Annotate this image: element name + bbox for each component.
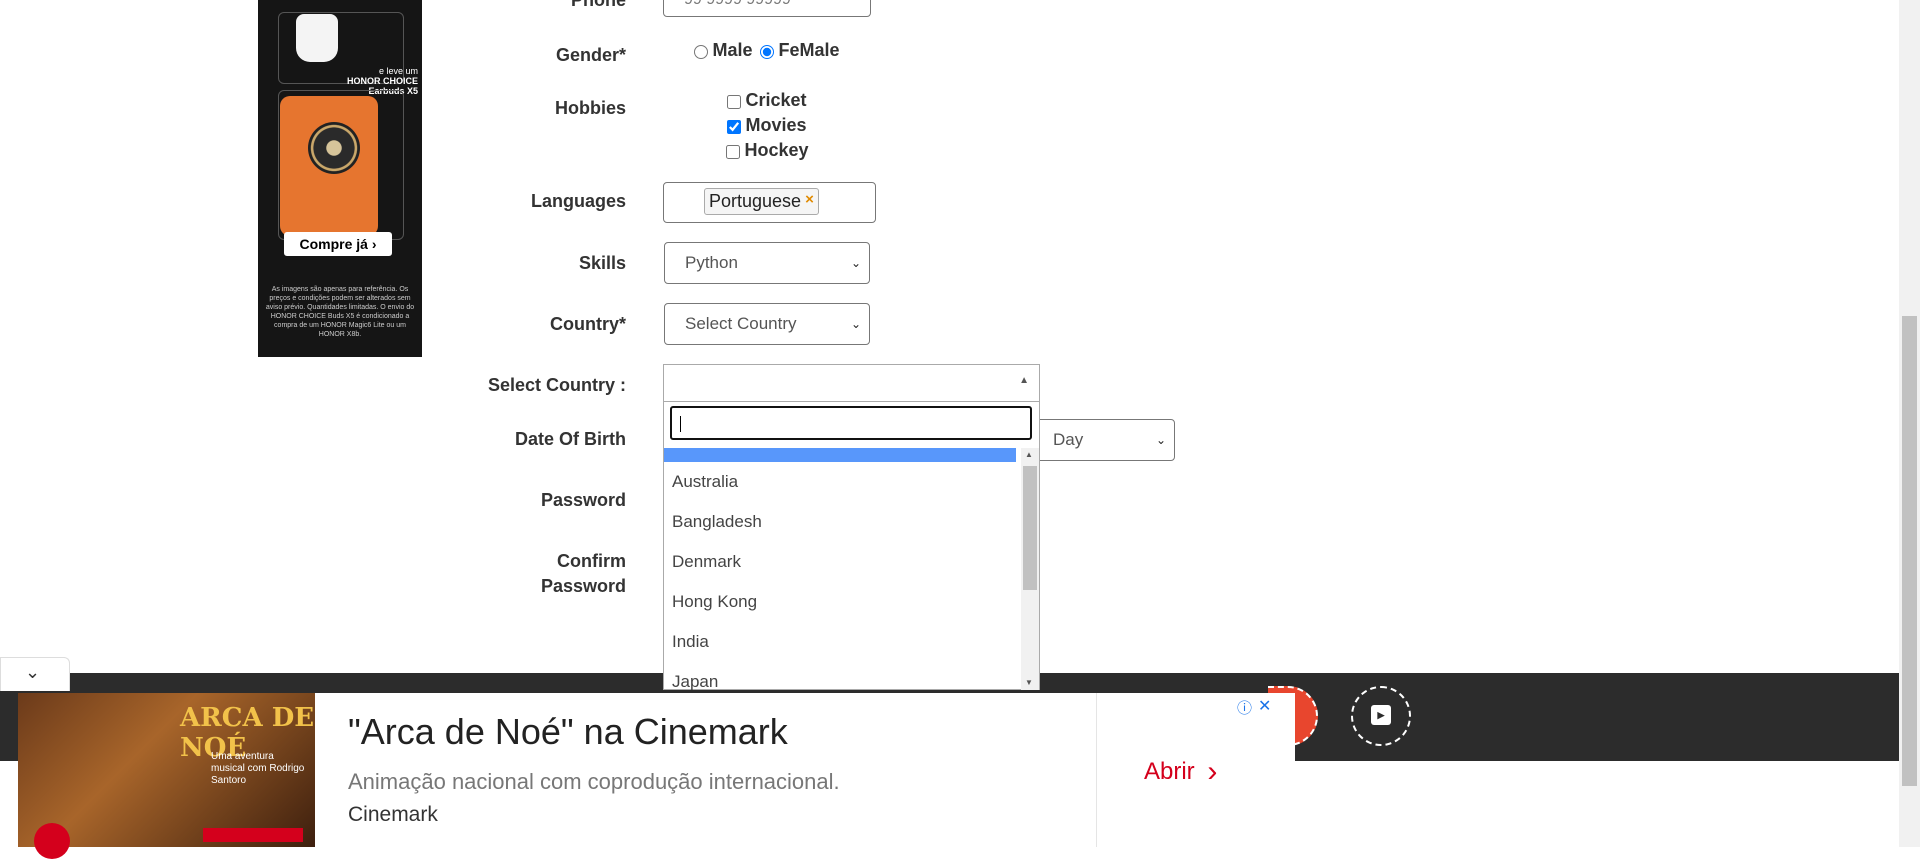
scroll-down-icon[interactable]: ▼ bbox=[1025, 678, 1033, 687]
ad-separator bbox=[1096, 693, 1097, 847]
caret-up-icon: ▲ bbox=[1019, 375, 1029, 386]
movies-label: Movies bbox=[745, 115, 807, 135]
female-label: FeMale bbox=[778, 40, 840, 60]
dropdown-options: Australia Bangladesh Denmark Hong Kong I… bbox=[664, 448, 1016, 690]
ad-collapse-button[interactable]: ⌄ bbox=[0, 657, 70, 691]
dob-day-value: Day bbox=[1053, 430, 1084, 449]
chevron-down-icon: ⌄ bbox=[25, 662, 41, 682]
gender-label: Gender* bbox=[555, 45, 626, 65]
languages-label: Languages bbox=[530, 191, 626, 211]
chevron-right-icon: › bbox=[1207, 755, 1218, 788]
hobbies-label: Hobbies bbox=[554, 98, 626, 118]
movies-checkbox[interactable] bbox=[727, 119, 741, 134]
dob-day-select[interactable]: Day ⌄ bbox=[1032, 419, 1175, 461]
remove-tag-icon[interactable]: × bbox=[805, 191, 814, 208]
hobby-movies[interactable]: Movies bbox=[727, 115, 806, 136]
dropdown-option[interactable]: India bbox=[672, 632, 709, 652]
phone-value: 99 9999 99999 bbox=[684, 0, 791, 8]
phone-camera bbox=[308, 122, 360, 174]
ad-fine-print: As imagens são apenas para referência. O… bbox=[265, 286, 415, 338]
left-ad-banner[interactable]: e leve um HONOR CHOICE Earbuds X5 Compre… bbox=[258, 0, 422, 357]
male-radio-input[interactable] bbox=[694, 44, 708, 59]
ad-open-label: Abrir bbox=[1144, 758, 1195, 785]
cricket-checkbox[interactable] bbox=[727, 94, 741, 109]
ad-image-subtitle: Uma aventura musical com Rodrigo Santoro bbox=[211, 751, 305, 786]
dropdown-option[interactable]: Bangladesh bbox=[672, 512, 762, 532]
languages-multiselect[interactable]: Portuguese × bbox=[663, 182, 876, 223]
skills-label: Skills bbox=[578, 253, 626, 273]
gender-male-radio[interactable]: Male bbox=[694, 40, 752, 61]
dropdown-scrollbar[interactable]: ▲ ▼ bbox=[1021, 448, 1039, 690]
cinemark-logo bbox=[34, 823, 70, 859]
dropdown-search-input[interactable] bbox=[670, 406, 1032, 440]
hobby-cricket[interactable]: Cricket bbox=[727, 90, 806, 111]
dropdown-option[interactable]: Hong Kong bbox=[672, 592, 757, 612]
confirm-password-label-2: Password bbox=[540, 576, 626, 596]
skills-value: Python bbox=[685, 253, 738, 272]
info-icon[interactable]: ⓘ bbox=[1237, 697, 1252, 718]
ad-description: Animação nacional com coprodução interna… bbox=[348, 769, 840, 794]
country-select[interactable]: Select Country ⌄ bbox=[664, 303, 870, 345]
ad-open-button[interactable]: Abrir › bbox=[1144, 755, 1217, 789]
dob-label: Date Of Birth bbox=[514, 429, 626, 449]
select-country-label: Select Country : bbox=[487, 375, 626, 395]
password-label: Password bbox=[540, 490, 626, 510]
ad-brand: Cinemark bbox=[348, 803, 438, 826]
promo-line-1: e leve um bbox=[378, 66, 418, 76]
bottom-ad-banner[interactable]: ARCA DE NOÉ Uma aventura musical com Rod… bbox=[18, 693, 1295, 859]
male-label: Male bbox=[712, 40, 753, 60]
highlighted-option[interactable] bbox=[664, 448, 1016, 462]
page-scroll-thumb[interactable] bbox=[1902, 316, 1917, 786]
scroll-up-icon[interactable]: ▲ bbox=[1025, 450, 1033, 459]
chevron-down-icon: ⌄ bbox=[850, 317, 861, 331]
close-icon[interactable]: ✕ bbox=[1258, 696, 1271, 716]
buy-now-button[interactable]: Compre já › bbox=[284, 232, 392, 256]
country-dropdown[interactable]: ▲ Australia Bangladesh Denmark Hong Kong… bbox=[663, 364, 1040, 690]
chevron-down-icon: ⌄ bbox=[850, 256, 861, 270]
cricket-label: Cricket bbox=[745, 90, 807, 110]
skills-select[interactable]: Python ⌄ bbox=[664, 242, 870, 284]
page-scrollbar[interactable] bbox=[1899, 0, 1920, 847]
hockey-checkbox[interactable] bbox=[726, 144, 740, 159]
phone-label: Phone bbox=[570, 0, 626, 10]
gender-female-radio[interactable]: FeMale bbox=[760, 40, 839, 61]
female-radio-input[interactable] bbox=[760, 44, 774, 59]
dropdown-scroll-thumb[interactable] bbox=[1023, 466, 1037, 590]
country-value: Select Country bbox=[685, 314, 797, 333]
confirm-password-label-1: Confirm bbox=[557, 551, 626, 571]
country-label: Country* bbox=[550, 314, 626, 334]
dropdown-selection[interactable]: ▲ bbox=[664, 365, 1039, 402]
language-tag: Portuguese × bbox=[704, 188, 819, 215]
earbuds-image bbox=[296, 14, 338, 62]
youtube-icon: ▶ bbox=[1371, 705, 1391, 725]
dropdown-option[interactable]: Australia bbox=[672, 472, 738, 492]
phone-input[interactable]: 99 9999 99999 bbox=[663, 0, 871, 17]
ad-headline[interactable]: "Arca de Noé" na Cinemark bbox=[348, 711, 788, 753]
dropdown-option[interactable]: Denmark bbox=[672, 552, 741, 572]
language-tag-label: Portuguese bbox=[709, 191, 802, 211]
hobby-hockey[interactable]: Hockey bbox=[726, 140, 809, 161]
ad-image-tag bbox=[203, 828, 303, 842]
text-cursor bbox=[680, 416, 681, 432]
ad-image[interactable]: ARCA DE NOÉ Uma aventura musical com Rod… bbox=[18, 693, 315, 859]
chevron-down-icon: ⌄ bbox=[1155, 433, 1166, 447]
dropdown-option[interactable]: Japan bbox=[672, 672, 718, 690]
hockey-label: Hockey bbox=[744, 140, 809, 160]
